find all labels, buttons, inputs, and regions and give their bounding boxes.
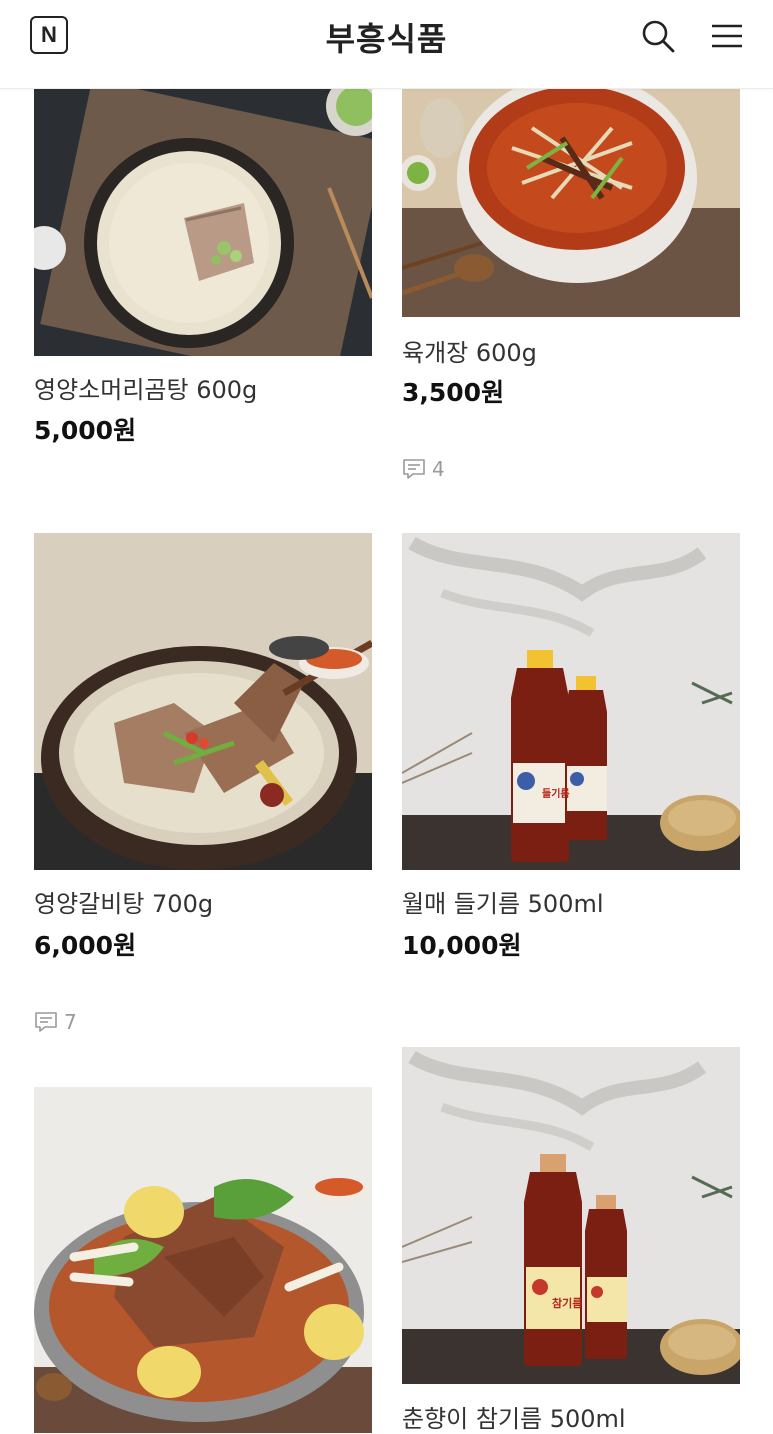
review-count[interactable]: 7 bbox=[34, 1010, 77, 1034]
product-name[interactable]: 육개장 600g bbox=[402, 333, 537, 368]
product-card[interactable]: 들기름 월매 들기름 500ml 10,000원 bbox=[402, 533, 740, 973]
search-icon bbox=[642, 20, 675, 53]
product-card[interactable]: 영양소머리곰탕 600g 5,000원 bbox=[34, 88, 372, 448]
hamburger-menu-icon bbox=[712, 24, 742, 48]
review-count-value: 4 bbox=[432, 457, 445, 481]
comment-icon bbox=[403, 459, 425, 479]
product-card[interactable]: 참기름 춘향이 참기름 500ml bbox=[402, 1047, 740, 1433]
product-card[interactable]: 영양갈비탕 700g 6,000원 7 bbox=[34, 533, 372, 1053]
product-image[interactable]: 들기름 bbox=[402, 533, 740, 870]
bottle-label-perilla: 들기름 bbox=[542, 789, 570, 800]
product-name[interactable]: 영양소머리곰탕 600g bbox=[34, 370, 257, 405]
menu-button[interactable] bbox=[709, 18, 745, 54]
product-image[interactable] bbox=[34, 1087, 372, 1433]
product-name[interactable]: 월매 들기름 500ml bbox=[402, 884, 604, 919]
bottle-label-sesame: 참기름 bbox=[552, 1297, 583, 1310]
top-app-bar: N 부흥식품 bbox=[0, 0, 773, 89]
product-name[interactable]: 영양갈비탕 700g bbox=[34, 884, 213, 919]
product-image[interactable] bbox=[34, 533, 372, 870]
product-image[interactable] bbox=[34, 88, 372, 356]
product-card[interactable]: 육개장 600g 3,500원 4 bbox=[402, 88, 740, 488]
product-price: 6,000원 bbox=[34, 931, 137, 960]
review-count[interactable]: 4 bbox=[402, 457, 445, 481]
product-image[interactable] bbox=[402, 88, 740, 317]
review-count-value: 7 bbox=[64, 1010, 77, 1034]
product-price: 3,500원 bbox=[402, 378, 505, 407]
product-price: 10,000원 bbox=[402, 931, 522, 960]
product-name[interactable]: 춘향이 참기름 500ml bbox=[402, 1399, 626, 1434]
product-price: 5,000원 bbox=[34, 416, 137, 445]
product-card[interactable] bbox=[34, 1087, 372, 1433]
product-image[interactable]: 참기름 bbox=[402, 1047, 740, 1384]
comment-icon bbox=[35, 1012, 57, 1032]
search-button[interactable] bbox=[640, 18, 676, 54]
